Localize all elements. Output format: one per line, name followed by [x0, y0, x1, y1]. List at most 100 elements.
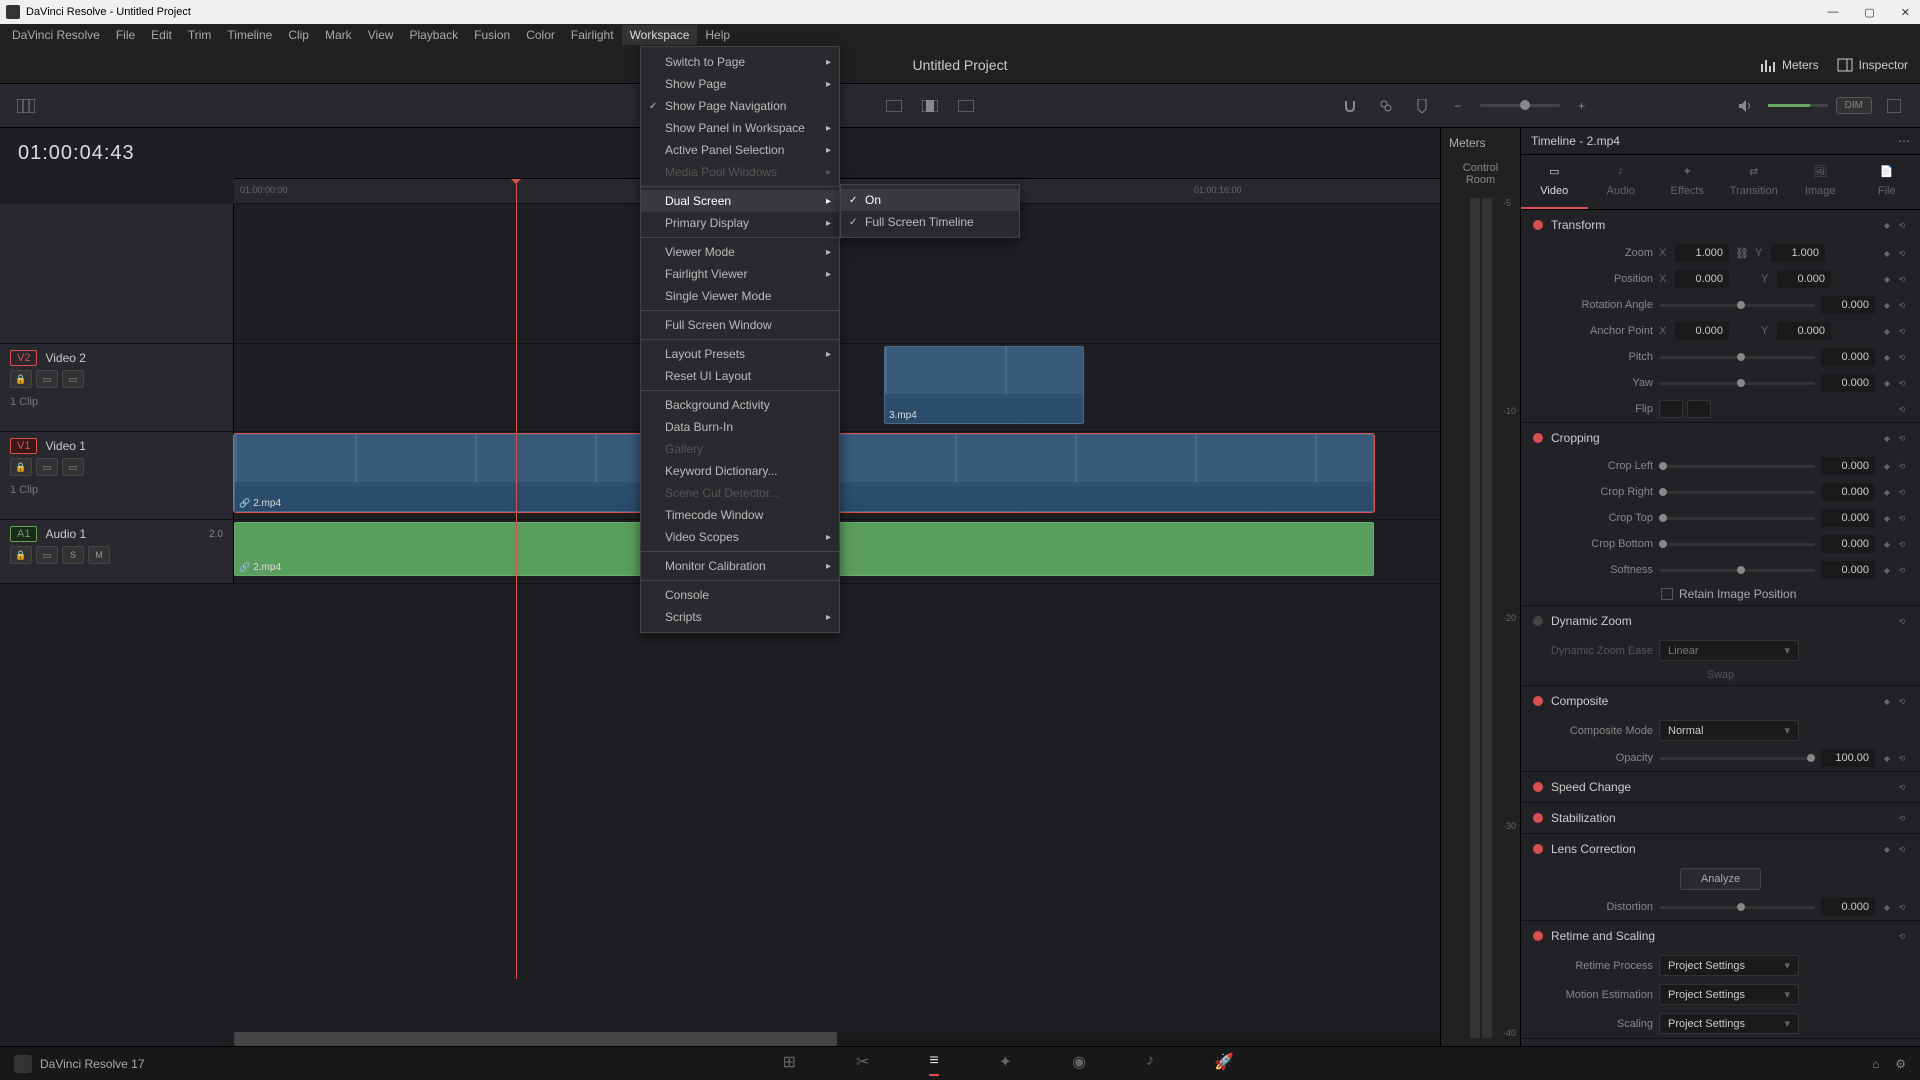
pos-y-value[interactable]: 0.000: [1777, 270, 1831, 288]
track-lock-button[interactable]: 🔒: [10, 458, 32, 476]
page-fusion[interactable]: ✦: [999, 1052, 1012, 1076]
page-fairlight[interactable]: ♪: [1146, 1052, 1154, 1076]
enable-dot[interactable]: [1533, 844, 1543, 854]
clip-v2[interactable]: 3.mp4: [884, 346, 1084, 424]
rotation-slider[interactable]: [1659, 304, 1815, 307]
zoom-in-icon[interactable]: +: [1568, 92, 1596, 120]
enable-dot[interactable]: [1533, 782, 1543, 792]
menu-item-full-screen-window[interactable]: Full Screen Window: [641, 314, 839, 336]
crop-top-slider[interactable]: [1659, 517, 1815, 520]
track-lock-button[interactable]: 🔒: [10, 370, 32, 388]
opacity-value[interactable]: 100.00: [1821, 749, 1875, 767]
settings-button[interactable]: ⚙: [1895, 1057, 1906, 1071]
reset-icon[interactable]: ⟲: [1896, 247, 1908, 259]
menu-item-full-screen-timeline[interactable]: ✓Full Screen Timeline: [841, 211, 1019, 233]
section-lens-correction[interactable]: Lens Correction◆⟲: [1521, 834, 1920, 864]
zoom-out-icon[interactable]: −: [1444, 92, 1472, 120]
menu-item-active-panel-selection[interactable]: Active Panel Selection: [641, 139, 839, 161]
menu-item-single-viewer-mode[interactable]: Single Viewer Mode: [641, 285, 839, 307]
meters-toggle[interactable]: Meters: [1760, 57, 1819, 73]
track-badge-v2[interactable]: V2: [10, 350, 37, 366]
menu-item-viewer-mode[interactable]: Viewer Mode: [641, 241, 839, 263]
menu-item-dual-screen[interactable]: Dual Screen: [641, 190, 839, 212]
menu-item-timecode-window[interactable]: Timecode Window: [641, 504, 839, 526]
marker-icon[interactable]: [1408, 92, 1436, 120]
crop-right-slider[interactable]: [1659, 491, 1815, 494]
menu-item-fairlight-viewer[interactable]: Fairlight Viewer: [641, 263, 839, 285]
track-badge-v1[interactable]: V1: [10, 438, 37, 454]
menu-mark[interactable]: Mark: [317, 25, 360, 45]
inspector-tab-transition[interactable]: ⇄Transition: [1721, 155, 1788, 209]
inspector-tab-effects[interactable]: ✦Effects: [1654, 155, 1721, 209]
inspector-toggle[interactable]: Inspector: [1837, 57, 1908, 73]
track-auto-button[interactable]: ▭: [36, 370, 58, 388]
inspector-tab-video[interactable]: ▭Video: [1521, 155, 1588, 209]
menu-item-show-page-navigation[interactable]: ✓Show Page Navigation: [641, 95, 839, 117]
menu-item-data-burn-in[interactable]: Data Burn-In: [641, 416, 839, 438]
menu-item-show-panel-in-workspace[interactable]: Show Panel in Workspace: [641, 117, 839, 139]
pitch-slider[interactable]: [1659, 356, 1815, 359]
menu-item-scripts[interactable]: Scripts: [641, 606, 839, 628]
enable-dot[interactable]: [1533, 433, 1543, 443]
scaling-select[interactable]: Project Settings: [1659, 1013, 1799, 1034]
menu-help[interactable]: Help: [697, 25, 738, 45]
inspector-tab-file[interactable]: 📄File: [1854, 155, 1920, 209]
page-edit[interactable]: ≡: [929, 1052, 938, 1076]
section-speed-change[interactable]: Speed Change⟲: [1521, 772, 1920, 802]
timecode-display[interactable]: 01:00:04:43: [18, 142, 135, 165]
menu-trim[interactable]: Trim: [180, 25, 220, 45]
maximize-button[interactable]: ▢: [1860, 6, 1878, 19]
page-cut[interactable]: ✂: [856, 1052, 869, 1076]
volume-icon[interactable]: [1732, 92, 1760, 120]
menu-item-on[interactable]: ✓On: [841, 189, 1019, 211]
menu-edit[interactable]: Edit: [143, 25, 180, 45]
menu-item-show-page[interactable]: Show Page: [641, 73, 839, 95]
crop-left-slider[interactable]: [1659, 465, 1815, 468]
enable-dot[interactable]: [1533, 220, 1543, 230]
track-lock-button[interactable]: 🔒: [10, 546, 32, 564]
inspector-menu-icon[interactable]: ⋯: [1898, 134, 1910, 148]
inspector-tab-image[interactable]: 🖼Image: [1787, 155, 1854, 209]
analyze-button[interactable]: Analyze: [1680, 868, 1761, 890]
page-color[interactable]: ◉: [1072, 1052, 1086, 1076]
track-disable-button[interactable]: ▭: [62, 458, 84, 476]
enable-dot[interactable]: [1533, 696, 1543, 706]
yaw-slider[interactable]: [1659, 382, 1815, 385]
menu-item-video-scopes[interactable]: Video Scopes: [641, 526, 839, 548]
menu-davinci-resolve[interactable]: DaVinci Resolve: [4, 25, 108, 45]
overwrite-clip-icon[interactable]: [916, 92, 944, 120]
distortion-slider[interactable]: [1659, 906, 1815, 909]
section-composite[interactable]: Composite◆⟲: [1521, 686, 1920, 716]
inspector-tab-audio[interactable]: ♪Audio: [1588, 155, 1655, 209]
menu-item-switch-to-page[interactable]: Switch to Page: [641, 51, 839, 73]
minimize-button[interactable]: —: [1823, 6, 1842, 19]
menu-fusion[interactable]: Fusion: [466, 25, 518, 45]
menu-clip[interactable]: Clip: [280, 25, 317, 45]
yaw-value[interactable]: 0.000: [1821, 374, 1875, 392]
menu-item-layout-presets[interactable]: Layout Presets: [641, 343, 839, 365]
menu-item-reset-ui-layout[interactable]: Reset UI Layout: [641, 365, 839, 387]
link-icon[interactable]: [1372, 92, 1400, 120]
insert-clip-icon[interactable]: [880, 92, 908, 120]
menu-workspace[interactable]: Workspace: [622, 25, 698, 45]
mute-button[interactable]: M: [88, 546, 110, 564]
distortion-value[interactable]: 0.000: [1821, 898, 1875, 916]
mixer-icon[interactable]: [1880, 92, 1908, 120]
menu-item-primary-display[interactable]: Primary Display: [641, 212, 839, 234]
anchor-y-value[interactable]: 0.000: [1777, 322, 1831, 340]
zoom-x-value[interactable]: 1.000: [1675, 244, 1729, 262]
home-button[interactable]: ⌂: [1872, 1057, 1879, 1071]
section-dynamic-zoom[interactable]: Dynamic Zoom⟲: [1521, 606, 1920, 636]
section-transform[interactable]: Transform ◆⟲: [1521, 210, 1920, 240]
menu-item-keyword-dictionary-[interactable]: Keyword Dictionary...: [641, 460, 839, 482]
horizontal-scrollbar[interactable]: [234, 1032, 1440, 1046]
retain-checkbox[interactable]: [1661, 588, 1673, 600]
track-disable-button[interactable]: ▭: [62, 370, 84, 388]
replace-clip-icon[interactable]: [952, 92, 980, 120]
menu-item-monitor-calibration[interactable]: Monitor Calibration: [641, 555, 839, 577]
page-media[interactable]: ⊞: [783, 1052, 796, 1076]
retime-process-select[interactable]: Project Settings: [1659, 955, 1799, 976]
solo-button[interactable]: S: [62, 546, 84, 564]
track-auto-button[interactable]: ▭: [36, 458, 58, 476]
section-cropping[interactable]: Cropping◆⟲: [1521, 423, 1920, 453]
